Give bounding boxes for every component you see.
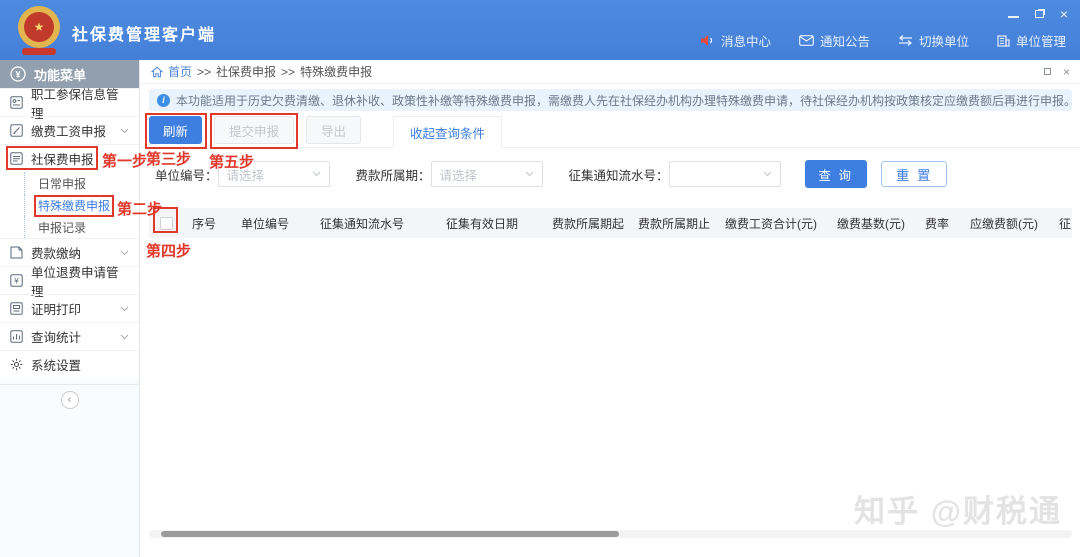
sidebar-item-unit-refund[interactable]: ¥ 单位退费申请管理 — [0, 266, 139, 294]
sidebar-divider — [0, 384, 139, 385]
column-header: 缴费工资合计(元) — [717, 215, 825, 232]
nav-notice-board[interactable]: 通知公告 — [799, 31, 870, 50]
column-header: 征集通知流水号 — [305, 215, 419, 232]
sidebar-subitem-special-payment-declare[interactable]: 特殊缴费申报 — [0, 194, 139, 216]
info-icon: i — [157, 94, 170, 107]
sidebar-item-wage-report[interactable]: 缴费工资申报 — [0, 116, 139, 144]
reset-button[interactable]: 重 置 — [881, 161, 947, 187]
chevron-down-icon — [120, 250, 129, 256]
unit-no-select[interactable]: 请选择 — [218, 161, 330, 187]
sidebar-item-system-settings[interactable]: 系统设置 — [0, 350, 139, 378]
nav-unit-management[interactable]: 单位管理 — [997, 31, 1066, 50]
tab-close-icon[interactable]: × — [1063, 65, 1070, 79]
query-form: 单位编号： 请选择 费款所属期： 请选择 征集通知流水号： 查 询 重 置 — [141, 148, 1080, 200]
app-title: 社保费管理客户端 — [72, 21, 216, 45]
horizontal-scrollbar — [149, 530, 1072, 538]
column-header: 费款所属期起 — [545, 215, 631, 232]
watermark: 知乎 @财税通 — [854, 486, 1062, 531]
fee-period-label: 费款所属期： — [356, 165, 431, 184]
sidebar-collapse-button[interactable]: ‹ — [61, 391, 79, 409]
select-all-cell — [149, 217, 183, 230]
unit-no-label: 单位编号： — [155, 165, 218, 184]
column-header: 费款所属期止 — [631, 215, 717, 232]
tab-maximize-icon[interactable] — [1044, 68, 1051, 75]
payment-icon — [10, 246, 23, 259]
sidebar-subitem-daily-declare[interactable]: 日常申报 — [0, 172, 139, 194]
declare-icon — [10, 152, 23, 165]
column-header: 缴费基数(元) — [825, 215, 917, 232]
function-menu-icon: ¥ — [10, 66, 26, 82]
sidebar-footer: ‹ — [0, 378, 139, 557]
info-banner-text: 本功能适用于历史欠费清缴、退休补收、政策性补缴等特殊缴费申报，需缴费人先在社保经… — [176, 92, 1072, 109]
breadcrumb-separator: >> — [197, 65, 211, 79]
select-all-checkbox[interactable] — [160, 217, 173, 230]
gear-icon — [10, 358, 23, 371]
breadcrumb-level1[interactable]: 社保费申报 — [216, 63, 276, 80]
chevron-down-icon — [120, 334, 129, 340]
restore-icon[interactable] — [1035, 10, 1044, 18]
refresh-button[interactable]: 刷新 — [149, 116, 202, 144]
query-stats-icon — [10, 330, 23, 343]
collapse-query-tab[interactable]: 收起查询条件 — [393, 116, 502, 148]
toolbar: 刷新 提交申报 导出 收起查询条件 — [141, 116, 1080, 148]
refund-icon: ¥ — [10, 274, 23, 287]
sidebar-item-cert-print[interactable]: 证明打印 — [0, 294, 139, 322]
speaker-icon — [700, 34, 715, 47]
national-emblem-logo: ★ — [18, 6, 60, 48]
breadcrumb-separator: >> — [281, 65, 295, 79]
sidebar: ¥ 功能菜单 职工参保信息管理 缴费工资申报 社保费申报 日常申报 特殊缴费申报… — [0, 60, 140, 557]
main-content: 首页 >> 社保费申报 >> 特殊缴费申报 × i 本功能适用于历史欠费清缴、退… — [141, 60, 1080, 557]
collection-notice-label: 征集通知流水号： — [569, 165, 669, 184]
wage-report-icon — [10, 124, 23, 137]
chevron-down-icon — [525, 171, 534, 177]
svg-text:¥: ¥ — [15, 70, 20, 80]
breadcrumb-home[interactable]: 首页 — [168, 63, 192, 80]
app-header: ★ 社保费管理客户端 × 消息中心 通知公告 切换单位 — [0, 0, 1080, 60]
column-header: 单位编号 — [225, 215, 305, 232]
chevron-down-icon — [120, 306, 129, 312]
nav-message-center[interactable]: 消息中心 — [700, 31, 771, 50]
fee-period-select[interactable]: 请选择 — [431, 161, 543, 187]
minimize-icon[interactable] — [1008, 16, 1019, 18]
chevron-down-icon — [763, 171, 772, 177]
table-body-empty — [141, 238, 1080, 518]
nav-switch-unit[interactable]: 切换单位 — [898, 31, 969, 50]
sidebar-item-staff-info[interactable]: 职工参保信息管理 — [0, 88, 139, 116]
horizontal-scrollbar-thumb[interactable] — [161, 531, 619, 537]
staff-info-icon — [10, 96, 23, 109]
column-header: 应缴费额(元) — [957, 215, 1051, 232]
content-tab-controls: × — [1044, 65, 1070, 79]
collection-notice-select[interactable] — [669, 161, 781, 187]
column-header: 征 — [1051, 215, 1072, 232]
svg-text:¥: ¥ — [13, 277, 19, 286]
window-controls: × — [1008, 7, 1068, 21]
column-header: 序号 — [183, 215, 225, 232]
sidebar-subitem-declare-records[interactable]: 申报记录 — [0, 216, 139, 238]
logo-ribbon — [22, 48, 56, 55]
breadcrumb: 首页 >> 社保费申报 >> 特殊缴费申报 × — [141, 60, 1080, 84]
top-nav: 消息中心 通知公告 切换单位 单位管理 — [700, 31, 1066, 50]
cert-print-icon — [10, 302, 23, 315]
sidebar-item-social-declare[interactable]: 社保费申报 — [0, 144, 139, 172]
info-banner: i 本功能适用于历史欠费清缴、退休补收、政策性补缴等特殊缴费申报，需缴费人先在社… — [149, 89, 1072, 111]
org-icon — [997, 35, 1010, 47]
column-header: 征集有效日期 — [419, 215, 545, 232]
chevron-down-icon — [312, 171, 321, 177]
sidebar-item-query-stats[interactable]: 查询统计 — [0, 322, 139, 350]
submit-declare-button[interactable]: 提交申报 — [214, 116, 294, 144]
search-button[interactable]: 查 询 — [805, 160, 867, 188]
swap-icon — [898, 35, 913, 46]
chevron-down-icon — [120, 128, 129, 134]
mail-icon — [799, 35, 814, 46]
close-icon[interactable]: × — [1060, 7, 1068, 21]
table-header-row: 序号 单位编号 征集通知流水号 征集有效日期 费款所属期起 费款所属期止 缴费工… — [149, 208, 1072, 238]
breadcrumb-level2: 特殊缴费申报 — [300, 63, 372, 80]
export-button[interactable]: 导出 — [306, 116, 361, 144]
column-header: 费率 — [917, 215, 957, 232]
social-declare-submenu: 日常申报 特殊缴费申报 申报记录 — [0, 172, 139, 238]
home-icon — [151, 66, 163, 78]
